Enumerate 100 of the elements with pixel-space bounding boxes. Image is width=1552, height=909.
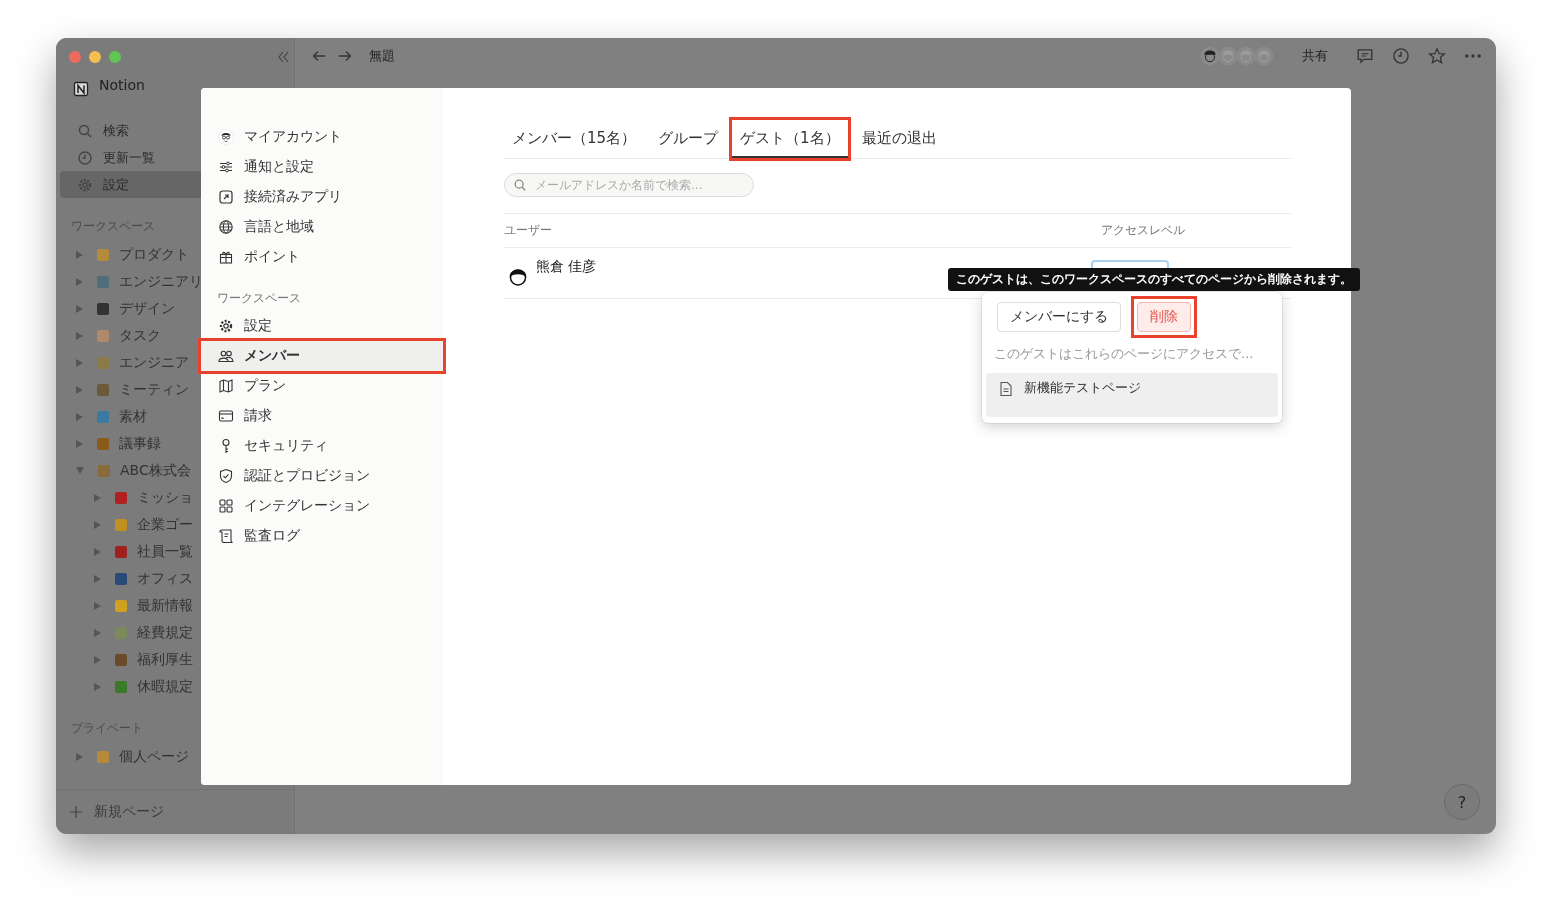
- gift-icon: [218, 249, 234, 265]
- avatar-icon: [218, 129, 234, 145]
- clock-icon[interactable]: [1392, 47, 1410, 65]
- notion-logo-icon: [73, 81, 89, 97]
- page-title: 無題: [369, 47, 395, 65]
- comment-icon[interactable]: [1356, 47, 1374, 65]
- window-control[interactable]: [109, 51, 121, 63]
- help-button[interactable]: ?: [1444, 784, 1480, 820]
- tab[interactable]: グループ: [650, 120, 727, 158]
- page-icon: [95, 246, 111, 263]
- toggle-icon[interactable]: [94, 520, 101, 529]
- settings-nav-item[interactable]: 言語と地域: [201, 212, 443, 242]
- toggle-icon[interactable]: [76, 439, 83, 448]
- forward-icon[interactable]: [337, 48, 353, 64]
- make-member-button[interactable]: メンバーにする: [997, 302, 1121, 332]
- tab[interactable]: ゲスト（1名）: [732, 120, 848, 158]
- toggle-icon[interactable]: [94, 601, 101, 610]
- page-icon: [113, 516, 129, 533]
- page-icon: [96, 462, 112, 479]
- section-label: ワークスペース: [217, 290, 301, 307]
- page-icon: [95, 300, 111, 317]
- arrow-box-icon: [218, 189, 234, 205]
- toggle-icon[interactable]: [94, 574, 101, 583]
- page-icon: [95, 408, 111, 425]
- page-item[interactable]: 最新情報: [56, 592, 294, 619]
- page-icon: [113, 678, 129, 695]
- toggle-icon[interactable]: [94, 493, 101, 502]
- search-icon: [77, 122, 93, 139]
- window-control[interactable]: [89, 51, 101, 63]
- page-item[interactable]: 福利厚生: [56, 646, 294, 673]
- window-control[interactable]: [69, 51, 81, 63]
- settings-nav-item[interactable]: ポイント: [201, 242, 443, 272]
- card-icon: [218, 408, 234, 424]
- page-icon: [113, 570, 129, 587]
- sliders-icon: [218, 159, 234, 175]
- settings-nav-item[interactable]: マイアカウント: [201, 122, 443, 152]
- page-icon: [113, 624, 129, 641]
- settings-nav-item[interactable]: 設定: [201, 311, 443, 341]
- settings-nav-item[interactable]: 認証とプロビジョン: [201, 461, 443, 491]
- search-icon: [513, 178, 527, 192]
- search-field[interactable]: メールアドレスか名前で検索...: [504, 173, 754, 197]
- settings-nav-item[interactable]: メンバー: [201, 341, 443, 371]
- avatar-icon: [1218, 46, 1238, 66]
- page-item[interactable]: 個人ページ: [56, 743, 294, 770]
- people-icon: [218, 348, 234, 364]
- column-header: アクセスレベル: [1101, 222, 1186, 239]
- grid-icon: [218, 498, 234, 514]
- user-name: 熊倉 佳彦: [536, 258, 597, 276]
- toggle-icon[interactable]: [76, 385, 83, 394]
- page-icon: [113, 543, 129, 560]
- share-button[interactable]: 共有: [1292, 47, 1338, 65]
- page-icon: [113, 651, 129, 668]
- clock-icon: [77, 149, 93, 166]
- page-item[interactable]: 新機能テストページ: [986, 373, 1278, 417]
- toggle-icon[interactable]: [76, 277, 83, 286]
- settings-nav-item[interactable]: 請求: [201, 401, 443, 431]
- settings-icon: [77, 176, 93, 193]
- avatar-icon: [1200, 46, 1220, 66]
- page-icon: [95, 748, 111, 765]
- workspace-name[interactable]: Notion: [99, 77, 145, 93]
- back-icon[interactable]: [311, 48, 327, 64]
- page-icon: [95, 435, 111, 452]
- settings-nav-item[interactable]: 監査ログ: [201, 521, 443, 551]
- column-header: ユーザー: [504, 222, 553, 239]
- toggle-icon[interactable]: [76, 358, 83, 367]
- settings-icon: [218, 318, 234, 334]
- toggle-icon[interactable]: [76, 412, 83, 421]
- toggle-icon[interactable]: [94, 628, 101, 637]
- page-item[interactable]: 経費規定: [56, 619, 294, 646]
- avatar-icon: [1236, 46, 1256, 66]
- toggle-icon[interactable]: [76, 304, 83, 313]
- page-icon: [95, 273, 111, 290]
- tooltip: このゲストは、このワークスペースのすべてのページから削除されます。: [948, 268, 1360, 291]
- toggle-icon[interactable]: [94, 682, 101, 691]
- page-item[interactable]: 休暇規定: [56, 673, 294, 700]
- star-icon[interactable]: [1428, 47, 1446, 65]
- toggle-icon[interactable]: [76, 752, 83, 761]
- page-item[interactable]: オフィス: [56, 565, 294, 592]
- remove-button[interactable]: 削除: [1137, 302, 1191, 332]
- popover-note: このゲストはこれらのページにアクセスで...: [993, 345, 1255, 363]
- map-icon: [218, 378, 234, 394]
- settings-nav-item[interactable]: セキュリティ: [201, 431, 443, 461]
- tab[interactable]: 最近の退出: [853, 120, 945, 158]
- toggle-icon[interactable]: [76, 467, 84, 474]
- page-icon: [113, 489, 129, 506]
- new-page-button[interactable]: 新規ページ: [56, 789, 294, 834]
- settings-nav-item[interactable]: インテグレーション: [201, 491, 443, 521]
- toggle-icon[interactable]: [94, 547, 101, 556]
- document-icon: [998, 381, 1014, 397]
- plus-icon: [68, 804, 84, 820]
- avatar-icon: [1254, 46, 1274, 66]
- settings-nav-item[interactable]: プラン: [201, 371, 443, 401]
- toggle-icon[interactable]: [76, 331, 83, 340]
- toggle-icon[interactable]: [94, 655, 101, 664]
- shield-icon: [218, 468, 234, 484]
- globe-icon: [218, 219, 234, 235]
- page-icon: [95, 327, 111, 344]
- toggle-icon[interactable]: [76, 250, 83, 259]
- page-icon: [95, 381, 111, 398]
- tab[interactable]: メンバー（15名）: [504, 120, 645, 158]
